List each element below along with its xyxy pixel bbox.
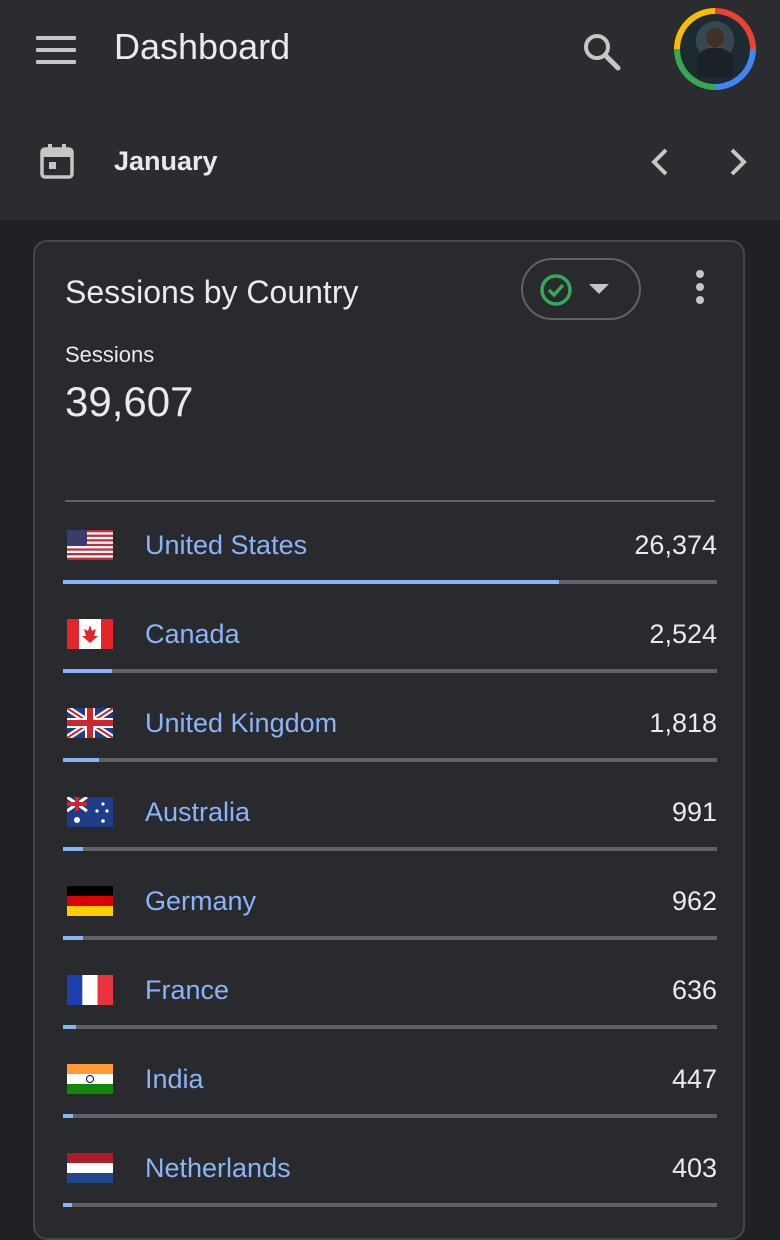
session-count: 991 (671, 797, 717, 827)
session-count: 403 (671, 1153, 717, 1183)
sessions-by-country-card: Sessions by Country Sessions 39,607 Unit… (33, 240, 745, 1240)
country-row-australia[interactable]: Australia 991 (63, 779, 717, 868)
share-bar (63, 936, 717, 940)
metric-value: 39,607 (65, 378, 194, 425)
country-name[interactable]: Netherlands (145, 1153, 291, 1184)
country-name[interactable]: Australia (145, 797, 250, 828)
page-title: Dashboard (114, 26, 291, 67)
netherlands-flag-icon (67, 1153, 113, 1183)
country-name[interactable]: United Kingdom (145, 708, 337, 739)
share-bar-fill (63, 580, 559, 584)
chevron-right-icon[interactable] (718, 140, 758, 184)
session-count: 2,524 (649, 619, 717, 649)
australia-flag-icon (67, 797, 113, 827)
metric-label: Sessions (65, 342, 155, 367)
card-title: Sessions by Country (65, 274, 359, 310)
country-row-france[interactable]: France 636 (63, 957, 717, 1046)
share-bar-fill (63, 1025, 77, 1029)
country-name[interactable]: France (145, 975, 229, 1006)
dropdown-caret-icon (589, 284, 609, 294)
share-bar (63, 847, 717, 851)
share-bar-fill (63, 669, 113, 673)
share-bar (63, 580, 717, 584)
date-range-label[interactable]: January (114, 146, 218, 177)
country-row-canada[interactable]: Canada 2,524 (63, 601, 717, 690)
country-name[interactable]: Canada (145, 619, 240, 650)
check-circle-icon (539, 273, 573, 307)
comparison-filter-button[interactable] (521, 258, 641, 320)
country-row-united-states[interactable]: United States 26,374 (63, 512, 717, 601)
session-count: 1,818 (649, 708, 717, 738)
search-icon[interactable] (580, 30, 624, 74)
calendar-icon[interactable] (38, 142, 76, 180)
india-flag-icon (67, 1064, 113, 1094)
uk-flag-icon (67, 708, 113, 738)
germany-flag-icon (67, 886, 113, 916)
share-bar (63, 1025, 717, 1029)
us-flag-icon (67, 530, 113, 560)
country-row-germany[interactable]: Germany 962 (63, 868, 717, 957)
session-count: 636 (671, 975, 717, 1005)
app-bar: Dashboard January (0, 0, 780, 220)
france-flag-icon (67, 975, 113, 1005)
share-bar-fill (63, 936, 83, 940)
session-count: 962 (671, 886, 717, 916)
canada-flag-icon (67, 619, 113, 649)
divider (65, 500, 715, 502)
menu-icon[interactable] (36, 36, 76, 64)
share-bar-fill (63, 758, 99, 762)
country-row-netherlands[interactable]: Netherlands 403 (63, 1135, 717, 1224)
share-bar-fill (63, 1203, 73, 1207)
share-bar (63, 669, 717, 673)
session-count: 447 (671, 1064, 717, 1094)
session-count: 26,374 (634, 530, 717, 560)
country-name[interactable]: India (145, 1064, 204, 1095)
share-bar-fill (63, 1114, 74, 1118)
share-bar (63, 1114, 717, 1118)
avatar-photo (680, 14, 750, 84)
avatar[interactable] (674, 8, 756, 90)
more-vert-icon[interactable] (685, 270, 715, 310)
country-row-united-kingdom[interactable]: United Kingdom 1,818 (63, 690, 717, 779)
share-bar (63, 758, 717, 762)
country-name[interactable]: Germany (145, 886, 256, 917)
share-bar-fill (63, 847, 83, 851)
chevron-left-icon[interactable] (640, 140, 680, 184)
country-name[interactable]: United States (145, 530, 307, 561)
country-row-india[interactable]: India 447 (63, 1046, 717, 1135)
share-bar (63, 1203, 717, 1207)
